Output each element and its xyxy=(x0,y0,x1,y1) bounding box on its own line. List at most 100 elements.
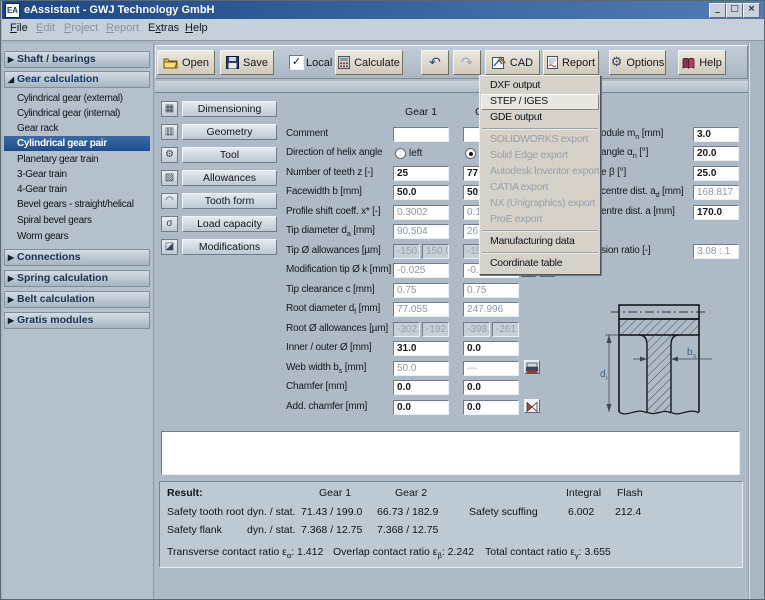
tool-button[interactable]: Tool xyxy=(182,147,277,163)
dimensioning-icon[interactable]: ▦ xyxy=(161,101,178,117)
local-checkbox[interactable]: ✓ xyxy=(289,55,304,70)
redo-icon: ↷ xyxy=(461,55,473,71)
inner-outer-diameter-gear2-field[interactable]: 0.0 xyxy=(463,341,519,356)
tooth-form-button[interactable]: Tooth form xyxy=(182,193,277,209)
calculator-icon xyxy=(338,56,350,69)
modifications-icon[interactable]: ◪ xyxy=(161,239,178,255)
menu-item-step-iges[interactable]: STEP / IGES xyxy=(481,94,599,110)
inner-outer-diameter-gear1-field[interactable]: 31.0 xyxy=(393,341,449,356)
menu-item-gde-output[interactable]: GDE output xyxy=(481,110,599,126)
options-button[interactable]: ⚙ Options xyxy=(609,50,666,75)
chamfer-icon[interactable] xyxy=(524,399,540,413)
helix-direction-gear2-radio[interactable] xyxy=(465,148,476,159)
menu-item-coordinate-table[interactable]: Coordinate table xyxy=(481,256,599,272)
tip-allowance-gear1-upper-field: 150.0 xyxy=(422,244,449,259)
add-chamfer-gear1-field[interactable]: 0.0 xyxy=(393,400,449,415)
field-label: Tip Ø allowances [µm] xyxy=(286,245,381,256)
menu-extras[interactable]: Extras xyxy=(148,22,179,34)
reference-centre-distance-label: centre dist. ad [mm] xyxy=(601,186,683,199)
reference-centre-distance-field: 168.817 xyxy=(693,185,739,200)
geometry-icon[interactable]: ▥ xyxy=(161,124,178,140)
sidebar-item-worm-gears[interactable]: Worm gears xyxy=(4,229,150,244)
sidebar-section-gear-calculation[interactable]: ◢Gear calculation xyxy=(4,71,150,88)
modifications-button[interactable]: Modifications xyxy=(182,239,277,255)
menu-file[interactable]: File xyxy=(10,22,28,34)
chamfer-gear2-field[interactable]: 0.0 xyxy=(463,380,519,395)
minimize-button[interactable]: _ xyxy=(709,3,726,18)
lock-icon[interactable] xyxy=(524,360,540,374)
normal-module-field[interactable]: 3.0 xyxy=(693,127,739,142)
sidebar-item-cylindrical-gear-pair[interactable]: Cylindrical gear pair xyxy=(4,136,150,151)
helix-angle-field[interactable]: 25.0 xyxy=(693,166,739,181)
svg-text:d: d xyxy=(600,369,606,380)
report-button[interactable]: Report xyxy=(543,50,599,75)
sidebar-item-bevel-gears[interactable]: Bevel gears - straight/helical xyxy=(4,197,150,212)
geometry-button[interactable]: Geometry xyxy=(182,124,277,140)
cad-button[interactable]: CAD xyxy=(485,50,540,75)
transmission-ratio-label: sion ratio [-] xyxy=(601,245,650,256)
field-label: Direction of helix angle xyxy=(286,147,382,158)
results-gear2-header: Gear 2 xyxy=(395,487,427,499)
calculate-button[interactable]: Calculate xyxy=(335,50,403,75)
sidebar-item-cylindrical-gear-internal[interactable]: Cylindrical gear (internal) xyxy=(4,106,150,121)
helix-direction-gear1-radio[interactable] xyxy=(395,148,406,159)
load-capacity-icon[interactable]: σ xyxy=(161,216,178,232)
centre-distance-field[interactable]: 170.0 xyxy=(693,205,739,220)
teeth-gear1-field[interactable]: 25 xyxy=(393,166,449,181)
save-floppy-icon xyxy=(226,56,239,69)
load-capacity-button[interactable]: Load capacity xyxy=(182,216,277,232)
menu-separator xyxy=(482,128,598,130)
chamfer-gear1-field[interactable]: 0.0 xyxy=(393,380,449,395)
sidebar-section-spring-calculation[interactable]: ▶Spring calculation xyxy=(4,270,150,287)
safety-scuffing-integral-value: 6.002 xyxy=(568,506,594,518)
sidebar-item-3-gear-train[interactable]: 3-Gear train xyxy=(4,167,150,182)
menu-item-solid-edge-export: Solid Edge export xyxy=(481,148,599,164)
menu-report: Report xyxy=(106,22,139,34)
menu-item-proe-export: ProE export xyxy=(481,212,599,228)
tip-allowance-gear1-lower-field: -150.0 xyxy=(393,244,420,259)
safety-flank-gear1-value: 7.368 / 12.75 xyxy=(301,524,362,536)
sidebar-item-spiral-bevel-gears[interactable]: Spiral bevel gears xyxy=(4,213,150,228)
help-button[interactable]: Help xyxy=(678,50,726,75)
comment-gear1-field[interactable] xyxy=(393,127,449,142)
add-chamfer-gear2-field[interactable]: 0.0 xyxy=(463,400,519,415)
sidebar-section-belt-calculation[interactable]: ▶Belt calculation xyxy=(4,291,150,308)
sidebar-item-cylindrical-gear-external[interactable]: Cylindrical gear (external) xyxy=(4,91,150,106)
save-button[interactable]: Save xyxy=(220,50,274,75)
sidebar-item-4-gear-train[interactable]: 4-Gear train xyxy=(4,182,150,197)
maximize-button[interactable]: □ xyxy=(726,3,743,18)
web-width-gear1-field: 50.0 xyxy=(393,361,449,376)
root-diameter-gear2-field: 247.996 xyxy=(463,302,519,317)
root-allowance-gear1-lower-field: -302.2 xyxy=(393,322,420,337)
safety-tooth-root-gear2-value: 66.73 / 182.9 xyxy=(377,506,438,518)
chevron-right-icon: ▶ xyxy=(5,52,17,67)
open-folder-icon xyxy=(163,57,178,69)
svg-text:i: i xyxy=(606,375,608,382)
safety-flank-gear2-value: 7.368 / 12.75 xyxy=(377,524,438,536)
tooth-form-icon[interactable]: ◠ xyxy=(161,193,178,209)
tool-icon[interactable]: ⚙ xyxy=(161,147,178,163)
sidebar-section-connections[interactable]: ▶Connections xyxy=(4,249,150,266)
tip-diameter-gear1-field: 90.504 xyxy=(393,224,449,239)
results-gear1-header: Gear 1 xyxy=(319,487,351,499)
close-button[interactable]: × xyxy=(743,3,760,18)
pressure-angle-field[interactable]: 20.0 xyxy=(693,146,739,161)
sidebar-item-planetary-gear-train[interactable]: Planetary gear train xyxy=(4,152,150,167)
field-label: Comment xyxy=(286,128,328,139)
sidebar-section-shaft-bearings[interactable]: ▶Shaft / bearings xyxy=(4,51,150,68)
menu-item-manufacturing-data[interactable]: Manufacturing data xyxy=(481,234,599,250)
dimensioning-button[interactable]: Dimensioning xyxy=(182,101,277,117)
open-button[interactable]: Open xyxy=(157,50,215,75)
transmission-ratio-field: 3.08 : 1 xyxy=(693,244,739,259)
menu-help[interactable]: Help xyxy=(185,22,208,34)
sidebar-section-gratis-modules[interactable]: ▶Gratis modules xyxy=(4,312,150,329)
undo-button[interactable]: ↶ xyxy=(421,50,449,75)
menu-item-dxf-output[interactable]: DXF output xyxy=(481,78,599,94)
allowances-icon[interactable]: ▨ xyxy=(161,170,178,186)
safety-scuffing-flash-value: 212.4 xyxy=(615,506,641,518)
sidebar-item-gear-rack[interactable]: Gear rack xyxy=(4,121,150,136)
web-width-gear2-field: --- xyxy=(463,361,519,376)
gear-icon: ⚙ xyxy=(611,55,623,70)
facewidth-gear1-field[interactable]: 50.0 xyxy=(393,185,449,200)
allowances-button[interactable]: Allowances xyxy=(182,170,277,186)
